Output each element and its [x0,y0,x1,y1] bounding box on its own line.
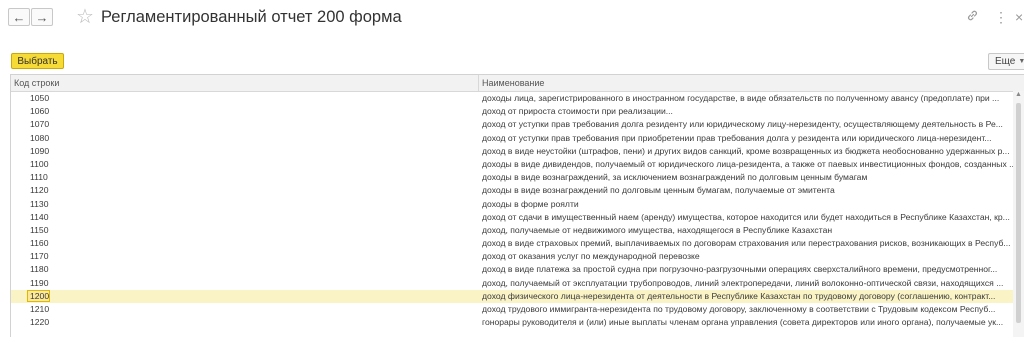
scrollbar-thumb[interactable] [1016,103,1021,323]
table-row[interactable]: 1220 гонорары руководителя и (или) иные в… [11,316,1024,329]
row-code: 1130 [30,198,49,209]
table-row[interactable]: 1050 доходы лица, зарегистрированного в и… [11,92,1024,105]
table-row[interactable]: 1100 доходы в виде дивидендов, получаемый… [11,158,1024,171]
row-name: доход в виде платежа за простой судна пр… [482,264,998,275]
vertical-scrollbar[interactable]: ▲ [1013,91,1024,337]
row-name: доход от уступки прав требования при при… [482,132,992,143]
arrow-right-icon: → [35,9,49,25]
row-code: 1170 [30,251,49,262]
forward-button[interactable]: → [31,8,53,26]
row-name: доход, получаемые от недвижимого имущест… [482,224,833,235]
row-name: доход трудового иммигранта-нерезидента п… [482,304,996,314]
row-name: доход физического лица-нерезидента от де… [482,290,996,301]
table-row[interactable]: 1060 доход от прироста стоимости при реал… [11,105,1024,118]
row-code: 1190 [30,277,49,288]
chevron-down-icon: ▼ [1018,58,1024,65]
row-code: 1200 [30,290,50,301]
column-divider[interactable] [478,75,479,91]
table-row[interactable]: 1190 доход, получаемый от эксплуатации тр… [11,277,1024,290]
row-name: доход в виде страховых премий, выплачива… [482,238,1011,249]
row-name: доход, получаемый от эксплуатации трубоп… [482,277,1004,288]
row-code: 1180 [30,264,49,275]
link-icon[interactable] [966,9,979,25]
row-code: 1140 [30,211,49,222]
star-outline-icon[interactable]: ☆ [76,5,94,29]
title-bar: ← → ☆ Регламентированный отчет 200 форма… [0,0,1024,36]
row-name: доходы в виде вознаграждений, за исключе… [482,172,868,183]
row-code: 1210 [30,304,50,314]
table-row[interactable]: 1160 доход в виде страховых премий, выпла… [11,237,1024,250]
page-title: Регламентированный отчет 200 форма [101,8,402,26]
table-row[interactable]: 1150 доход, получаемые от недвижимого иму… [11,224,1024,237]
row-name: доход от уступки прав требования долга р… [482,119,1003,130]
row-name: доход от оказания услуг по международной… [482,251,700,262]
table-row[interactable]: 1170 доход от оказания услуг по междунаро… [11,250,1024,263]
row-name: доходы в форме роялти [482,198,579,209]
table-row[interactable]: 1120 доходы в виде вознаграждений по долг… [11,184,1024,197]
row-code: 1120 [30,185,49,196]
row-code: 1080 [30,132,50,143]
row-code: 1160 [30,238,49,249]
table-row[interactable]: 1070 доход от уступки прав требования дол… [11,118,1024,131]
table-row[interactable]: 1090 доход в виде неустойки (штрафов, пен… [11,145,1024,158]
table-row[interactable]: 1180 доход в виде платежа за простой судн… [11,263,1024,276]
row-name: доход от прироста стоимости при реализац… [482,106,673,117]
row-name: доход в виде неустойки (штрафов, пени) и… [482,145,1010,156]
row-code: 1090 [30,145,50,156]
more-vertical-icon[interactable]: ⋮ [994,9,1008,25]
row-name: доходы в виде вознаграждений по долговым… [482,185,835,196]
scroll-up-icon[interactable]: ▲ [1015,91,1022,98]
row-code: 1150 [30,224,49,235]
row-code: 1100 [30,158,49,169]
row-code: 1110 [30,172,48,183]
row-code: 1220 [30,317,50,328]
column-header-code[interactable]: Код строки [14,78,59,88]
row-name: доходы в виде дивидендов, получаемый от … [482,158,1017,169]
table-row[interactable]: 1080 доход от уступки прав требования при… [11,132,1024,145]
table-row[interactable]: 1210 доход трудового иммигранта-нерезиден… [11,303,1024,316]
column-header-name[interactable]: Наименование [482,78,544,88]
table-body: 1050 доходы лица, зарегистрированного в и… [11,92,1024,329]
table-header: Код строки Наименование [11,75,1024,92]
more-button-label: Еще [995,56,1016,67]
row-name: гонорары руководителя и (или) иные выпла… [482,317,1004,328]
close-icon[interactable]: × [1015,9,1023,25]
row-code: 1060 [30,106,50,117]
row-code: 1070 [30,119,50,130]
report-lines-table: Код строки Наименование 1050 доходы лица,… [10,74,1024,337]
table-row[interactable]: 1130 доходы в форме роялти [11,198,1024,211]
table-row[interactable]: 1110 доходы в виде вознаграждений, за иск… [11,171,1024,184]
more-button[interactable]: Еще ▼ [988,53,1024,70]
row-name: доходы лица, зарегистрированного в иност… [482,93,1000,103]
row-name: доход от сдачи в имущественный наем (аре… [482,211,1010,222]
select-button[interactable]: Выбрать [11,53,64,69]
table-row[interactable]: 1140 доход от сдачи в имущественный наем … [11,211,1024,224]
row-code: 1050 [30,93,50,103]
back-button[interactable]: ← [8,8,30,26]
arrow-left-icon: ← [12,9,26,25]
table-row[interactable]: 1200 доход физического лица-нерезидента о… [11,289,1024,303]
